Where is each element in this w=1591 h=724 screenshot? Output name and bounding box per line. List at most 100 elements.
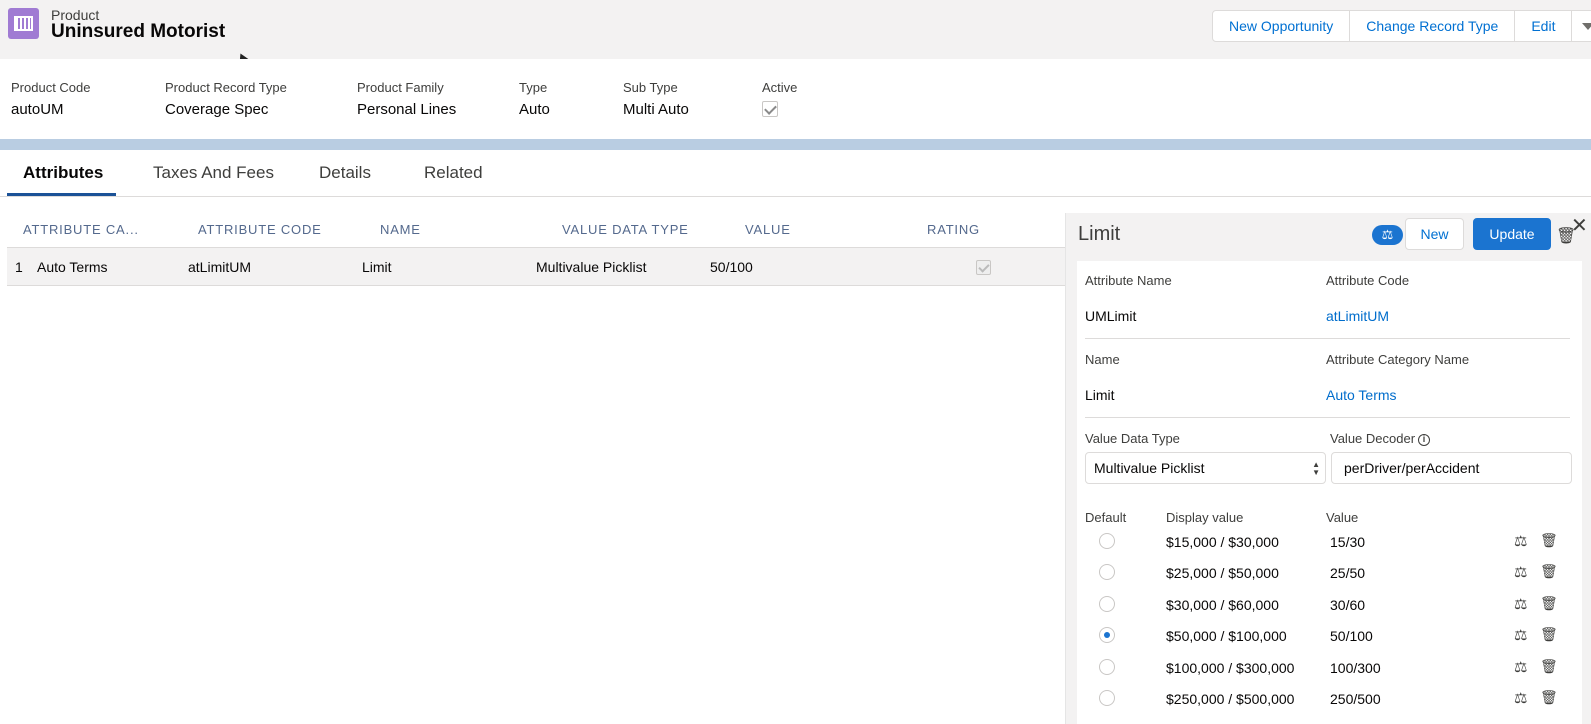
column-header-value-data-type[interactable]: VALUE DATA TYPE (562, 222, 689, 237)
list-item: $15,000 / $30,000 15/30 ⚖ 🗑 (1077, 527, 1582, 558)
tab-related[interactable]: Related (424, 163, 483, 183)
default-radio[interactable] (1099, 533, 1115, 549)
header-actions: New Opportunity Change Record Type Edit (1212, 10, 1591, 42)
field-value: Coverage Spec (165, 101, 269, 118)
field-label: Product Family (357, 80, 444, 95)
field-label: Active (762, 80, 798, 95)
new-button[interactable]: New (1405, 218, 1464, 250)
option-value: 30/60 (1330, 597, 1366, 613)
field-value: Auto (519, 101, 550, 118)
scale-icon[interactable]: ⚖ (1514, 532, 1527, 550)
trash-icon[interactable]: 🗑 (1540, 595, 1558, 612)
value-data-type-select[interactable]: Multivalue Picklist ▲ ▼ (1085, 452, 1326, 484)
product-icon (8, 8, 39, 39)
trash-icon[interactable]: 🗑 (1540, 626, 1558, 643)
name-label: Name (1085, 352, 1120, 367)
cell-code: atLimitUM (188, 259, 252, 275)
info-icon[interactable]: i (1418, 433, 1431, 446)
option-display: $250,000 / $500,000 (1166, 691, 1295, 707)
option-value: 250/500 (1330, 691, 1381, 707)
tab-attributes[interactable]: Attributes (23, 163, 103, 183)
field-label: Sub Type (623, 80, 678, 95)
cell-name: Limit (362, 259, 392, 275)
scale-icon[interactable]: ⚖ (1514, 689, 1527, 707)
divider (1085, 417, 1570, 418)
scale-icon[interactable]: ⚖ (1514, 595, 1527, 613)
select-arrows-icon: ▲ ▼ (1312, 460, 1320, 477)
edit-button[interactable]: Edit (1515, 11, 1573, 41)
column-header-name[interactable]: NAME (380, 222, 421, 237)
default-radio[interactable] (1099, 596, 1115, 612)
tab-details[interactable]: Details (319, 163, 371, 183)
table-row[interactable]: 1 Auto Terms atLimitUM Limit Multivalue … (7, 248, 1065, 286)
field-value: Multi Auto (623, 101, 689, 118)
default-radio[interactable] (1099, 564, 1115, 580)
scale-icon[interactable]: ⚖ (1514, 658, 1527, 676)
update-button[interactable]: Update (1473, 218, 1551, 250)
scale-icon: ⚖ (1381, 227, 1394, 242)
change-record-type-button[interactable]: Change Record Type (1350, 11, 1516, 41)
option-value: 50/100 (1330, 628, 1373, 644)
column-header-rating[interactable]: RATING (927, 222, 980, 237)
tab-bar: Attributes Taxes And Fees Details Relate… (0, 150, 1591, 197)
divider (1085, 338, 1570, 339)
option-display: $25,000 / $50,000 (1166, 565, 1279, 581)
field-label: Type (519, 80, 548, 95)
default-radio[interactable] (1099, 627, 1115, 643)
attribute-detail-panel: Limit ⚖ New Update 🗑 ✕ Attribute Name UM… (1065, 213, 1591, 724)
trash-icon[interactable]: 🗑 (1540, 563, 1558, 580)
list-item: $100,000 / $300,000 100/300 ⚖ 🗑 (1077, 653, 1582, 684)
option-value: 15/30 (1330, 534, 1366, 550)
close-icon[interactable]: ✕ (1571, 213, 1588, 238)
cell-data-type: Multivalue Picklist (536, 259, 647, 275)
tab-taxes-and-fees[interactable]: Taxes And Fees (153, 163, 274, 183)
trash-icon[interactable]: 🗑 (1540, 689, 1558, 706)
default-radio[interactable] (1099, 690, 1115, 706)
rules-button[interactable]: ⚖ (1372, 225, 1403, 245)
field-sub-type: Sub Type Multi Auto (623, 80, 689, 118)
display-value-column-header: Display value (1166, 510, 1244, 525)
field-product-code: Product Code autoUM (11, 80, 91, 118)
cell-category: Auto Terms (37, 259, 108, 275)
trash-icon[interactable]: 🗑 (1540, 658, 1558, 675)
active-checkbox (762, 101, 778, 117)
field-active: Active (762, 80, 797, 117)
more-actions-dropdown[interactable] (1572, 11, 1591, 41)
panel-body: Attribute Name UMLimit Attribute Code at… (1077, 261, 1582, 724)
field-product-family: Product Family Personal Lines (357, 80, 456, 118)
field-value: Personal Lines (357, 101, 457, 118)
column-header-code[interactable]: ATTRIBUTE CODE (198, 222, 322, 237)
rating-checkbox (976, 260, 991, 275)
option-value: 25/50 (1330, 565, 1366, 581)
new-opportunity-button[interactable]: New Opportunity (1213, 11, 1351, 41)
active-tab-indicator (7, 193, 116, 196)
field-label: Product Record Type (165, 80, 287, 95)
scale-icon[interactable]: ⚖ (1514, 563, 1527, 581)
scale-icon[interactable]: ⚖ (1514, 626, 1527, 644)
row-index: 1 (15, 259, 23, 275)
attribute-name-value: UMLimit (1085, 308, 1137, 324)
attribute-code-link[interactable]: atLimitUM (1326, 308, 1389, 324)
column-header-value[interactable]: VALUE (745, 222, 791, 237)
category-label: Attribute Category Name (1326, 352, 1470, 367)
cell-value: 50/100 (710, 259, 753, 275)
name-value: Limit (1085, 387, 1115, 403)
category-link[interactable]: Auto Terms (1326, 387, 1397, 403)
default-radio[interactable] (1099, 659, 1115, 675)
value-decoder-label: Value Decoder (1330, 431, 1416, 446)
column-header-category[interactable]: ATTRIBUTE CA... (23, 222, 139, 237)
field-product-record-type: Product Record Type Coverage Spec (165, 80, 287, 118)
chevron-down-icon (1582, 22, 1591, 30)
value-decoder-input[interactable]: perDriver/perAccident (1331, 452, 1572, 484)
attribute-name-label: Attribute Name (1085, 273, 1172, 288)
default-column-header: Default (1085, 510, 1127, 525)
option-display: $100,000 / $300,000 (1166, 660, 1295, 676)
trash-icon[interactable]: 🗑 (1540, 532, 1558, 549)
field-label: Product Code (11, 80, 91, 95)
attributes-table-header: ATTRIBUTE CA... ATTRIBUTE CODE NAME VALU… (7, 210, 1065, 248)
value-data-type-label: Value Data Type (1085, 431, 1180, 446)
field-value: autoUM (11, 101, 64, 118)
panel-title: Limit (1078, 223, 1121, 245)
page-header: Product Uninsured Motorist New Opportuni… (0, 0, 1591, 59)
list-item: $250,000 / $500,000 250/500 ⚖ 🗑 (1077, 684, 1582, 715)
